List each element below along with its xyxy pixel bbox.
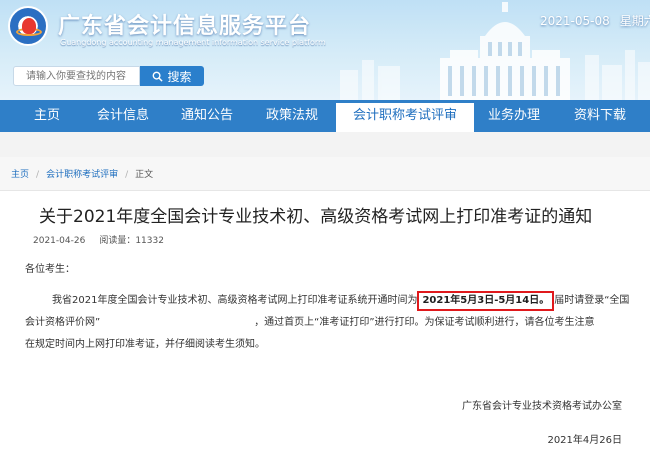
search-button[interactable]: 搜索 (140, 66, 204, 86)
article-greeting: 各位考生： (25, 264, 75, 275)
site-header: 广东省会计信息服务平台 Guangdong accounting managem… (0, 0, 650, 100)
article-meta: 2021-04-26 阅读量：11332 (33, 233, 164, 246)
search-bar: 搜索 (13, 66, 204, 86)
nav-item-exam-review[interactable]: 会计职称考试评审 (336, 100, 474, 132)
highlighted-date-range: 2021年5月3日-5月14日。 (417, 291, 555, 311)
site-title: 广东省会计信息服务平台 (58, 14, 312, 39)
breadcrumb-separator: / (36, 170, 40, 180)
paragraph-text: 在规定时间内上网打印准考证，并仔细阅读考生须知。 (25, 339, 265, 350)
paragraph-text: 会计资格评价网” (25, 317, 101, 328)
article-paragraph: 我省2021年度全国会计专业技术初、高级资格考试网上打印准考证系统开通时间为 20… (25, 290, 630, 356)
signature-date: 2021年4月26日 (547, 435, 622, 446)
search-icon (153, 71, 164, 82)
logo-flame-shape (22, 18, 36, 34)
article-title: 关于2021年度全国会计专业技术初、高级资格考试网上打印准考证的通知 (39, 207, 593, 227)
breadcrumb-section-link[interactable]: 会计职称考试评审 (46, 170, 118, 180)
weekday-text: 星期六 (619, 14, 650, 28)
nav-item-business[interactable]: 业务办理 (488, 100, 540, 132)
site-subtitle: Guangdong accounting management informat… (60, 38, 326, 47)
search-input[interactable] (13, 66, 140, 86)
paragraph-text: 我省2021年度全国会计专业技术初、高级资格考试网上打印准考证系统开通时间为 (52, 295, 418, 306)
breadcrumb: 主页 / 会计职称考试评审 / 正文 (0, 157, 650, 191)
breadcrumb-current: 正文 (135, 170, 154, 180)
breadcrumb-home-link[interactable]: 主页 (11, 170, 29, 180)
article: 关于2021年度全国会计专业技术初、高级资格考试网上打印准考证的通知 2021-… (10, 191, 640, 452)
breadcrumb-separator: / (125, 170, 129, 180)
nav-item-policies[interactable]: 政策法规 (266, 100, 318, 132)
nav-item-downloads[interactable]: 资料下载 (574, 100, 626, 132)
main-nav: 主页 会计信息 通知公告 政策法规 会计职称考试评审 业务办理 资料下载 (0, 100, 650, 132)
nav-item-notices[interactable]: 通知公告 (181, 100, 233, 132)
search-button-label: 搜索 (167, 69, 192, 84)
issuing-office: 广东省会计专业技术资格考试办公室 (462, 401, 622, 412)
article-views: 阅读量：11332 (99, 236, 164, 246)
article-date: 2021-04-26 (33, 236, 86, 246)
date-text: 2021-05-08 (540, 14, 610, 28)
current-date: 2021-05-08 星期六 (540, 12, 650, 29)
paragraph-text: 届时请登录“全国 (554, 295, 630, 306)
nav-item-accounting-info[interactable]: 会计信息 (97, 100, 149, 132)
site-logo[interactable] (8, 6, 48, 46)
nav-item-home[interactable]: 主页 (34, 100, 60, 132)
paragraph-text: ，通过首页上“准考证打印”进行打印。为保证考试顺利进行，请各位考生注意 (254, 317, 595, 328)
